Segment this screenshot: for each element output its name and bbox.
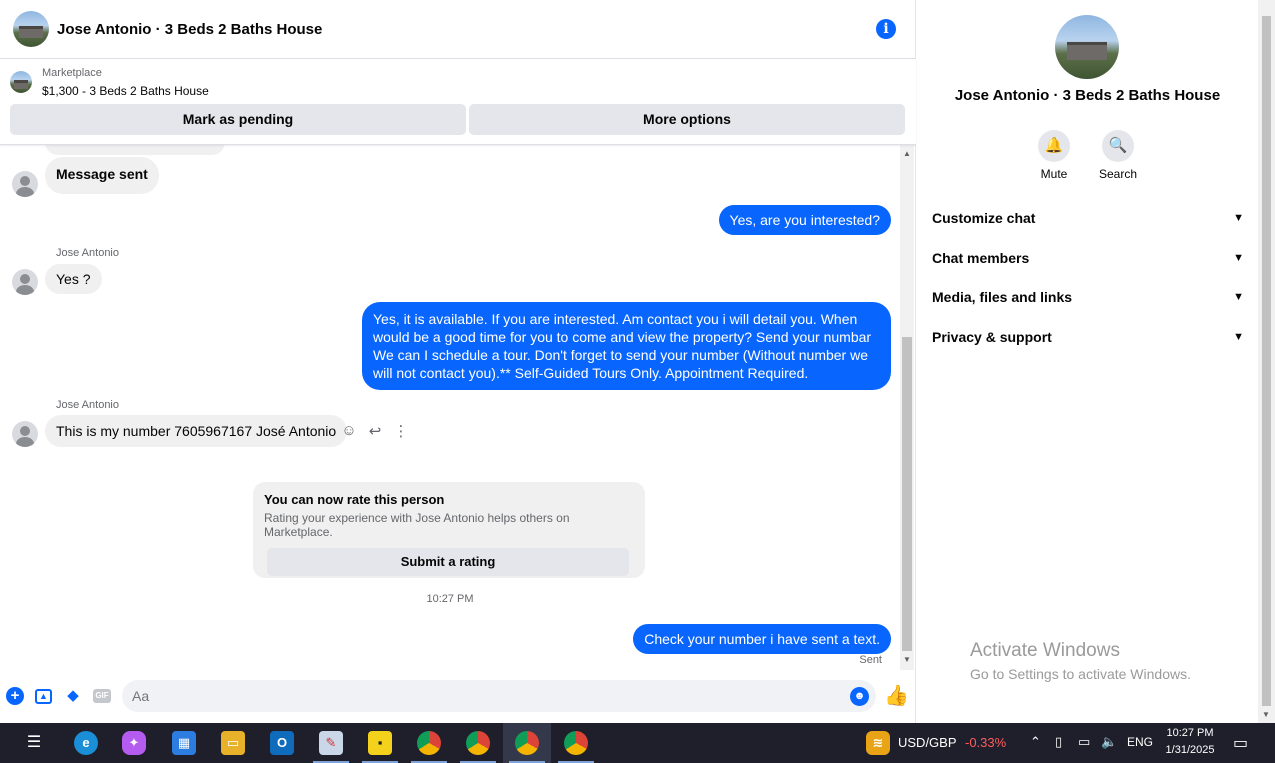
scrollbar-thumb[interactable] bbox=[902, 337, 912, 651]
profile-avatar[interactable] bbox=[1055, 15, 1119, 79]
listing-title[interactable]: $1,300 - 3 Beds 2 Baths House bbox=[42, 84, 209, 98]
chevron-down-icon: ▼ bbox=[1233, 252, 1244, 264]
search-icon[interactable]: 🔍 bbox=[1102, 130, 1134, 162]
message-bubble-incoming[interactable]: Message sent bbox=[45, 157, 159, 194]
more-icon[interactable]: ⋮ bbox=[393, 422, 409, 440]
info-icon[interactable]: i bbox=[876, 19, 896, 39]
marketplace-bar: Marketplace $1,300 - 3 Beds 2 Baths Hous… bbox=[0, 59, 916, 145]
chrome-icon[interactable] bbox=[515, 731, 539, 755]
conversation-info-panel: Jose Antonio · 3 Beds 2 Baths House 🔔 Mu… bbox=[917, 0, 1258, 723]
message-bubble-incoming[interactable]: Yes ? bbox=[45, 264, 102, 294]
avatar[interactable] bbox=[12, 269, 38, 295]
message-list: Message sent Yes, are you interested? Jo… bbox=[0, 145, 900, 670]
stocks-widget-icon[interactable]: ≋ bbox=[866, 731, 890, 755]
language-indicator[interactable]: ENG bbox=[1127, 735, 1153, 749]
section-privacy-support[interactable]: Privacy & support ▼ bbox=[932, 325, 1244, 349]
store-icon[interactable]: ▦ bbox=[172, 731, 196, 755]
sender-name: Jose Antonio bbox=[56, 247, 119, 259]
profile-name: Jose Antonio · 3 Beds 2 Baths House bbox=[954, 87, 1221, 104]
notification-icon[interactable]: ▭ bbox=[1233, 733, 1248, 753]
bell-icon[interactable]: 🔔 bbox=[1038, 130, 1070, 162]
section-label: Privacy & support bbox=[932, 329, 1052, 345]
chevron-down-icon: ▼ bbox=[1233, 291, 1244, 303]
section-label: Media, files and links bbox=[932, 289, 1073, 305]
clock-time[interactable]: 10:27 PM bbox=[1160, 727, 1220, 739]
chevron-down-icon: ▼ bbox=[1233, 212, 1244, 224]
sticky-notes-icon[interactable]: ▪ bbox=[368, 731, 392, 755]
listing-thumbnail[interactable] bbox=[10, 71, 32, 93]
chevron-up-icon[interactable]: ⌃ bbox=[1030, 734, 1041, 750]
mute-button[interactable]: 🔔 Mute bbox=[1024, 130, 1084, 181]
photo-icon[interactable]: ▲ bbox=[35, 689, 52, 704]
message-actions: ☺ ↩ ⋮ bbox=[341, 422, 409, 440]
task-view-icon[interactable]: ☰ bbox=[22, 731, 46, 755]
clock-date[interactable]: 1/31/2025 bbox=[1160, 744, 1220, 756]
scroll-up-arrow-icon[interactable]: ▲ bbox=[902, 149, 912, 159]
messenger-window: Jose Antonio · 3 Beds 2 Baths House i Ma… bbox=[0, 0, 1275, 723]
message-bubble-outgoing[interactable]: Check your number i have sent a text. bbox=[633, 624, 891, 654]
windows-taskbar: ☰ e ✦ ▦ ▭ O ✎ ▪ ≋ USD/GBP -0.33% ⌃ ▯ ▭ 🔈… bbox=[0, 723, 1275, 763]
watermark-subtitle: Go to Settings to activate Windows. bbox=[970, 666, 1191, 682]
scroll-down-arrow-icon[interactable]: ▼ bbox=[902, 655, 912, 665]
message-bubble-partial bbox=[45, 145, 225, 155]
file-explorer-icon[interactable]: ▭ bbox=[221, 731, 245, 755]
chat-title[interactable]: Jose Antonio · 3 Beds 2 Baths House bbox=[57, 21, 322, 38]
message-timestamp: 10:27 PM bbox=[426, 593, 474, 605]
thumbs-up-icon[interactable]: 👍 bbox=[884, 684, 909, 708]
message-bubble-outgoing[interactable]: Yes, are you interested? bbox=[718, 205, 891, 235]
search-label: Search bbox=[1098, 167, 1138, 181]
device-icon[interactable]: ▯ bbox=[1055, 734, 1062, 750]
activate-windows-watermark: Activate Windows Go to Settings to activ… bbox=[970, 640, 1191, 682]
message-input[interactable] bbox=[122, 680, 876, 712]
page-scrollbar[interactable]: ▼ bbox=[1258, 0, 1275, 723]
search-button[interactable]: 🔍 Search bbox=[1088, 130, 1148, 181]
emoji-icon[interactable]: ☻ bbox=[850, 687, 869, 706]
watermark-title: Activate Windows bbox=[970, 640, 1120, 661]
reply-icon[interactable]: ↩ bbox=[367, 422, 383, 440]
paint-icon[interactable]: ✎ bbox=[319, 731, 343, 755]
rating-card: You can now rate this person Rating your… bbox=[253, 482, 645, 578]
section-customize-chat[interactable]: Customize chat ▼ bbox=[932, 206, 1244, 230]
sent-status: Sent bbox=[859, 654, 882, 666]
message-scrollbar[interactable]: ▲ ▼ bbox=[900, 145, 914, 670]
outlook-icon[interactable]: O bbox=[270, 731, 294, 755]
chrome-icon[interactable] bbox=[564, 731, 588, 755]
message-bubble-incoming[interactable]: This is my number 7605967167 José Antoni… bbox=[45, 415, 348, 447]
plus-icon[interactable]: + bbox=[6, 687, 24, 705]
chat-header: Jose Antonio · 3 Beds 2 Baths House i bbox=[0, 0, 916, 59]
more-options-button[interactable]: More options bbox=[469, 104, 905, 135]
edge-icon[interactable]: e bbox=[74, 731, 98, 755]
react-icon[interactable]: ☺ bbox=[341, 422, 357, 440]
ticker-symbol[interactable]: USD/GBP bbox=[898, 735, 957, 750]
section-chat-members[interactable]: Chat members ▼ bbox=[932, 246, 1244, 270]
page-scrollbar-thumb[interactable] bbox=[1262, 16, 1271, 706]
marketplace-label: Marketplace bbox=[42, 67, 102, 79]
message-bubble-outgoing[interactable]: Yes, it is available. If you are interes… bbox=[362, 302, 891, 390]
section-label: Chat members bbox=[932, 250, 1030, 266]
conversation-avatar[interactable] bbox=[13, 11, 49, 47]
chevron-down-icon: ▼ bbox=[1233, 331, 1244, 343]
scroll-down-arrow-icon[interactable]: ▼ bbox=[1262, 710, 1270, 719]
mark-as-pending-button[interactable]: Mark as pending bbox=[10, 104, 466, 135]
avatar[interactable] bbox=[12, 171, 38, 197]
sender-name: Jose Antonio bbox=[56, 399, 119, 411]
section-media-files-links[interactable]: Media, files and links ▼ bbox=[932, 285, 1244, 309]
copilot-icon[interactable]: ✦ bbox=[122, 731, 146, 755]
chrome-icon[interactable] bbox=[466, 731, 490, 755]
gif-icon[interactable]: GIF bbox=[93, 689, 111, 703]
rating-subtitle: Rating your experience with Jose Antonio… bbox=[264, 511, 570, 539]
composer: + ▲ ◆ GIF ☻ 👍 bbox=[0, 678, 916, 714]
chat-pane: Jose Antonio · 3 Beds 2 Baths House i Ma… bbox=[0, 0, 916, 723]
ticker-change[interactable]: -0.33% bbox=[965, 735, 1006, 750]
network-icon[interactable]: ▭ bbox=[1078, 734, 1090, 750]
section-label: Customize chat bbox=[932, 210, 1036, 226]
mute-label: Mute bbox=[1040, 167, 1068, 181]
chrome-icon[interactable] bbox=[417, 731, 441, 755]
sticker-icon[interactable]: ◆ bbox=[64, 687, 82, 705]
submit-rating-button[interactable]: Submit a rating bbox=[267, 548, 629, 576]
rating-title: You can now rate this person bbox=[264, 492, 445, 507]
avatar[interactable] bbox=[12, 421, 38, 447]
volume-icon[interactable]: 🔈 bbox=[1101, 734, 1117, 750]
